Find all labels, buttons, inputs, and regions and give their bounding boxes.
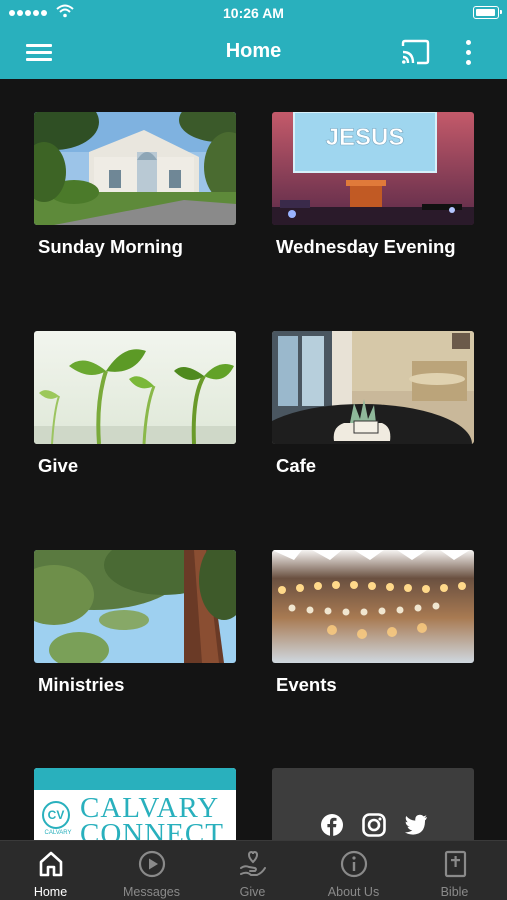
twitter-icon[interactable]	[404, 814, 428, 836]
tab-home[interactable]: Home	[0, 841, 101, 900]
status-bar: 10:26 AM	[0, 0, 507, 26]
wednesday-evening-image: JESUS	[272, 112, 474, 225]
tile-give[interactable]: Give	[34, 331, 236, 476]
sunday-morning-image	[34, 112, 236, 225]
tile-label: Ministries	[38, 674, 125, 695]
sign-text: JESUS	[326, 124, 405, 151]
play-circle-icon	[138, 850, 166, 878]
home-icon	[39, 851, 63, 877]
tile-wednesday-evening[interactable]: JESUS Wednesday Evening	[272, 112, 474, 257]
tab-label: Home	[33, 885, 68, 899]
tile-sunday-morning[interactable]: Sunday Morning	[34, 112, 236, 257]
tile-events[interactable]: Events	[272, 550, 474, 695]
heart-hand-icon	[240, 850, 266, 876]
ministries-image	[34, 550, 236, 663]
events-image	[272, 550, 474, 663]
tab-label: Messages	[123, 885, 180, 899]
instagram-icon[interactable]	[362, 813, 386, 837]
tile-label: Give	[38, 455, 79, 476]
tile-cafe[interactable]: Cafe	[272, 331, 474, 476]
tab-messages[interactable]: Messages	[101, 841, 202, 900]
tile-label: Wednesday Evening	[276, 236, 456, 257]
cast-icon[interactable]	[400, 39, 430, 65]
tab-label: Bible	[440, 885, 469, 899]
tab-label: About Us	[327, 885, 380, 899]
facebook-icon[interactable]	[320, 813, 344, 837]
tile-label: Sunday Morning	[38, 236, 183, 257]
info-icon	[340, 850, 368, 878]
calvary-connect-card[interactable]: CV CALVARY CALVARY CONNECT	[34, 768, 236, 840]
tile-label: Cafe	[276, 455, 317, 476]
calvary-connect-banner: CV CALVARY CALVARY CONNECT	[34, 768, 236, 840]
page-title: Home	[225, 40, 282, 62]
tab-about-us[interactable]: About Us	[303, 841, 404, 900]
app-bar: Home	[0, 26, 507, 79]
tab-give[interactable]: Give	[202, 841, 303, 900]
calvary-logo-sub: CALVARY	[44, 830, 72, 836]
social-card	[272, 768, 474, 840]
tile-label: Events	[276, 674, 337, 695]
calvary-connect-line2: CONNECT	[80, 818, 224, 841]
cafe-image	[272, 331, 474, 444]
status-time: 10:26 AM	[223, 5, 284, 21]
give-image	[34, 331, 236, 444]
more-options-button[interactable]	[457, 38, 479, 68]
battery-icon	[473, 6, 502, 19]
bible-icon	[444, 850, 467, 878]
tab-bar: Home Messages Give About Us Bible	[0, 840, 507, 900]
tile-ministries[interactable]: Ministries	[34, 550, 236, 695]
tab-label: Give	[239, 885, 266, 899]
calvary-logo-badge: CV	[42, 801, 70, 829]
tab-bible[interactable]: Bible	[404, 841, 505, 900]
